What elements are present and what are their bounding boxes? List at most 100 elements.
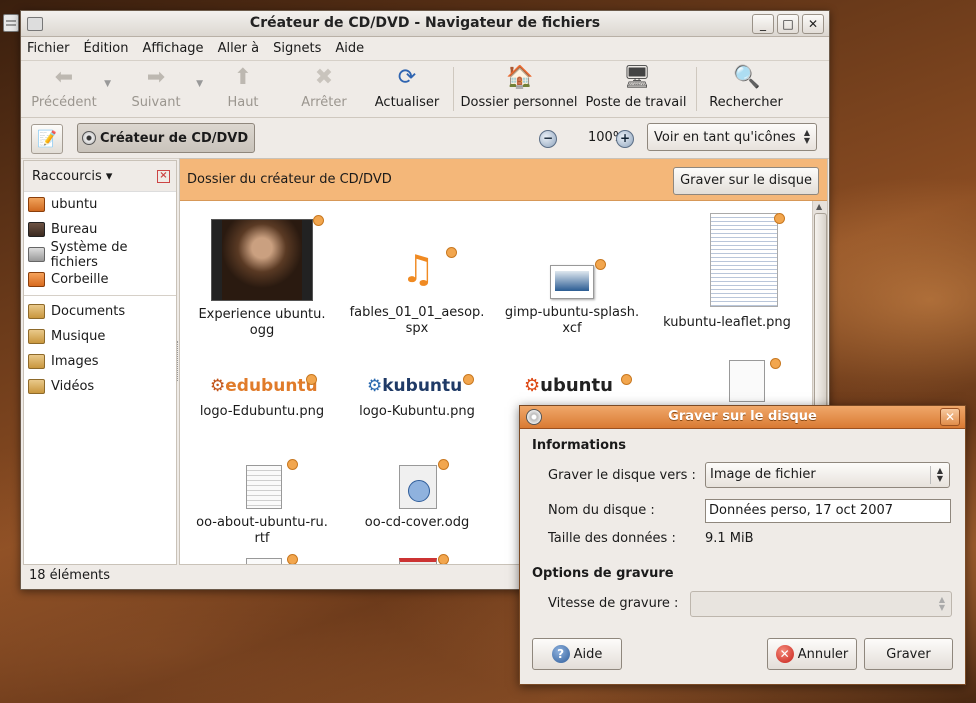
file-item[interactable] xyxy=(657,354,797,402)
file-name: Experience ubuntu. xyxy=(198,307,326,322)
back-history-dropdown-icon[interactable]: ▼ xyxy=(104,79,111,89)
burn-speed-select[interactable]: ▲ ▼ xyxy=(690,591,952,617)
file-item[interactable]: ⚙edubuntu logo-Edubuntu.png xyxy=(192,364,332,420)
zoom-out-icon[interactable]: − xyxy=(539,130,557,148)
file-name: logo-Kubuntu.png xyxy=(359,404,475,419)
sidebar-item-trash[interactable]: Corbeille xyxy=(24,267,176,292)
file-item[interactable]: oo-about-ubuntu-ru. rtf xyxy=(192,459,332,547)
file-extension: spx xyxy=(405,321,429,336)
file-item[interactable]: ⚙kubuntu logo-Kubuntu.png xyxy=(347,364,487,420)
sidebar-title: Raccourcis xyxy=(32,169,102,184)
dialog-title-bar[interactable]: Graver sur le disque ✕ xyxy=(520,406,965,429)
combo-separator xyxy=(930,466,931,484)
sidebar-item-bureau[interactable]: Bureau xyxy=(24,217,176,242)
desktop-computer-icon[interactable] xyxy=(3,14,19,32)
window-title: Créateur de CD/DVD - Navigateur de fichi… xyxy=(249,15,601,31)
folder-icon xyxy=(28,329,45,344)
edit-location-button[interactable]: 📝 xyxy=(31,124,63,154)
sidebar-item-ubuntu[interactable]: ubuntu xyxy=(24,192,176,217)
file-item[interactable]: ⚙ubuntu xyxy=(502,364,642,402)
close-button[interactable]: ✕ xyxy=(802,14,824,34)
sidebar-item-label: Système de fichiers xyxy=(50,239,128,270)
stop-button[interactable]: ✖ Arrêter xyxy=(283,61,365,117)
file-item[interactable]: Experience ubuntu. ogg xyxy=(192,215,332,339)
file-name: gimp-ubuntu-splash. xyxy=(504,305,640,320)
sidebar-close-icon[interactable]: × xyxy=(157,170,170,183)
ubuntu-logo-text: ubuntu xyxy=(540,375,613,396)
spin-arrows-icon: ▲ ▼ xyxy=(938,595,945,612)
search-label: Rechercher xyxy=(709,95,783,110)
sidebar-type-select[interactable]: Raccourcis ▾ xyxy=(32,169,112,184)
breadcrumb-cd-creator[interactable]: Créateur de CD/DVD xyxy=(77,123,256,153)
sidebar-item-label: Images xyxy=(51,354,99,369)
location-bar: 📝 Créateur de CD/DVD − 100% + Voir en ta… xyxy=(21,118,829,159)
zoom-in-icon[interactable]: + xyxy=(616,130,634,148)
sidebar-item-label: Bureau xyxy=(51,222,98,237)
presentation-file-icon xyxy=(367,554,467,564)
file-name: oo-about-ubuntu-ru. xyxy=(196,515,328,530)
computer-button[interactable]: 🖥 Poste de travail xyxy=(580,61,692,117)
maximize-button[interactable]: □ xyxy=(777,14,799,34)
sidebar-item-label: Corbeille xyxy=(51,272,109,287)
file-item[interactable] xyxy=(347,554,487,564)
forward-label: Suivant xyxy=(131,95,181,110)
forward-history-dropdown-icon[interactable]: ▼ xyxy=(196,79,203,89)
document-file-icon xyxy=(212,459,312,509)
burn-to-disc-button[interactable]: Graver sur le disque xyxy=(673,167,819,195)
menu-fichier[interactable]: Fichier xyxy=(27,41,70,56)
menu-affichage[interactable]: Affichage xyxy=(142,41,203,56)
forward-button[interactable]: ➡ Suivant ▼ xyxy=(113,61,203,117)
burn-label: Graver xyxy=(886,646,931,662)
reload-label: Actualiser xyxy=(374,95,440,110)
video-thumbnail-icon xyxy=(211,215,324,301)
file-extension: xcf xyxy=(562,321,582,336)
toolbar: ⬅ Précédent ▼ ➡ Suivant ▼ ⬆ Haut ✖ Arrêt… xyxy=(21,60,829,118)
burn-button[interactable]: Graver xyxy=(864,638,953,670)
sidebar-item-filesystem[interactable]: Système de fichiers xyxy=(24,239,176,270)
disc-icon xyxy=(82,131,96,145)
burn-to-select[interactable]: Image de fichier ▲ ▼ xyxy=(705,462,950,488)
forward-arrow-icon: ➡ xyxy=(146,65,166,90)
file-item[interactable]: ♫ fables_01_01_aesop. spx xyxy=(347,219,487,337)
cancel-button[interactable]: ✕ Annuler xyxy=(767,638,857,670)
sidebar-item-musique[interactable]: Musique xyxy=(24,324,176,349)
sidebar-item-label: Documents xyxy=(51,304,126,319)
kubuntu-logo-text: kubuntu xyxy=(382,376,463,396)
spin-arrows-icon: ▲ ▼ xyxy=(803,128,810,145)
file-item[interactable]: gimp-ubuntu-splash. xcf xyxy=(502,219,642,337)
menu-edition[interactable]: Édition xyxy=(84,41,129,56)
menu-signets[interactable]: Signets xyxy=(273,41,321,56)
burn-to-label: Graver le disque vers : xyxy=(548,468,696,483)
disc-name-field[interactable]: Données perso, 17 oct 2007 xyxy=(705,499,951,523)
back-button[interactable]: ⬅ Précédent ▼ xyxy=(21,61,111,117)
folder-icon xyxy=(28,304,45,319)
burn-dialog: Graver sur le disque ✕ Informations Grav… xyxy=(519,405,966,685)
sidebar-item-documents[interactable]: Documents xyxy=(24,299,176,324)
file-item[interactable]: oo-cd-cover.odg xyxy=(347,459,487,531)
file-extension: ogg xyxy=(249,323,275,338)
sidebar-item-videos[interactable]: Vidéos xyxy=(24,374,176,399)
file-name: logo-Edubuntu.png xyxy=(199,404,325,419)
menu-aide[interactable]: Aide xyxy=(335,41,364,56)
help-label: Aide xyxy=(573,646,603,662)
help-button[interactable]: ? Aide xyxy=(532,638,622,670)
menu-aller-a[interactable]: Aller à xyxy=(218,41,260,56)
spin-arrows-icon: ▲ ▼ xyxy=(936,466,943,483)
search-icon: 🔍 xyxy=(733,65,761,90)
trash-icon xyxy=(28,272,45,287)
file-item[interactable] xyxy=(192,554,332,564)
file-item[interactable]: kubuntu-leaflet.png xyxy=(657,213,797,331)
minimize-button[interactable]: _ xyxy=(752,14,774,34)
desktop-icon xyxy=(28,222,45,237)
reload-button[interactable]: ⟳ Actualiser xyxy=(365,61,449,117)
up-button[interactable]: ⬆ Haut xyxy=(203,61,283,117)
disc-name-label: Nom du disque : xyxy=(548,503,655,518)
scroll-up-icon[interactable]: ▲ xyxy=(816,202,822,211)
title-bar[interactable]: Créateur de CD/DVD - Navigateur de fichi… xyxy=(21,11,829,37)
dialog-close-button[interactable]: ✕ xyxy=(940,408,960,426)
sidebar-item-images[interactable]: Images xyxy=(24,349,176,374)
sidebar-item-label: ubuntu xyxy=(51,197,98,212)
home-button[interactable]: 🏠 Dossier personnel xyxy=(458,61,580,117)
search-button[interactable]: 🔍 Rechercher xyxy=(701,61,791,117)
view-mode-select[interactable]: Voir en tant qu'icônes ▲ ▼ xyxy=(647,123,817,151)
